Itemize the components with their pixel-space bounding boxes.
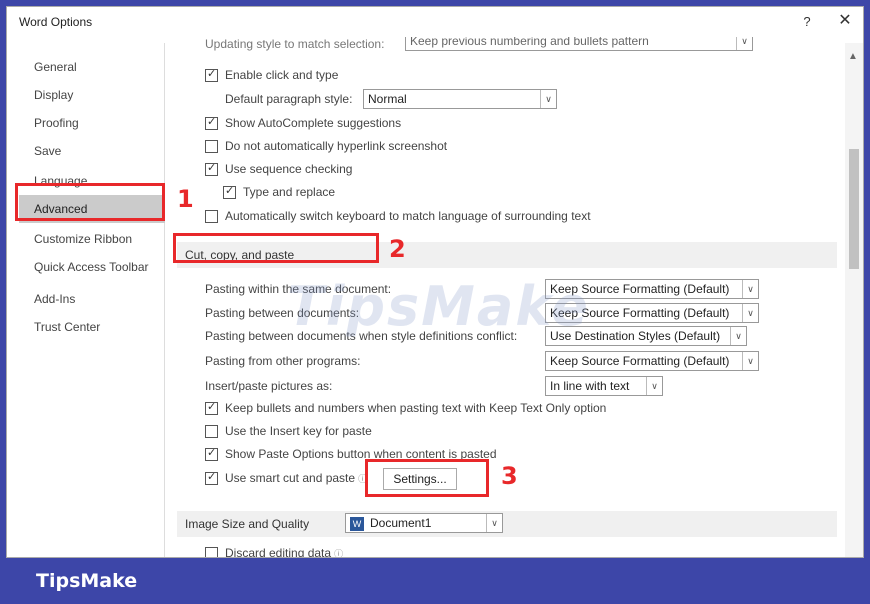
chevron-down-icon: ∨ xyxy=(736,37,752,50)
insert-pictures-label: Insert/paste pictures as: xyxy=(205,379,333,393)
checkbox-discard-editing-data[interactable] xyxy=(205,546,218,557)
auto-switch-keyboard-option[interactable]: Automatically switch keyboard to match l… xyxy=(205,206,591,226)
info-icon: ⓘ xyxy=(334,548,344,558)
checkbox-show-paste-options[interactable] xyxy=(205,446,218,461)
pasting-other-programs-dropdown[interactable]: Keep Source Formatting (Default) ∨ xyxy=(545,351,759,371)
show-autocomplete-option[interactable]: Show AutoComplete suggestions xyxy=(205,113,401,133)
sidebar-item-trust-center[interactable]: Trust Center xyxy=(19,313,165,341)
options-sidebar: General Display Proofing Save Language A… xyxy=(19,43,165,557)
vertical-scrollbar[interactable]: ▲ xyxy=(845,43,863,557)
checkbox-use-sequence-checking[interactable] xyxy=(205,161,218,176)
sidebar-item-add-ins[interactable]: Add-Ins xyxy=(19,285,165,313)
checkbox-smart-cut-paste[interactable] xyxy=(205,470,218,485)
checkbox-auto-switch-keyboard[interactable] xyxy=(205,209,218,223)
sidebar-item-proofing[interactable]: Proofing xyxy=(19,109,165,137)
default-paragraph-style-dropdown[interactable]: Normal ∨ xyxy=(363,89,557,109)
chevron-up-icon[interactable]: ▲ xyxy=(848,51,858,62)
chevron-down-icon: ∨ xyxy=(742,352,758,370)
help-button[interactable]: ? xyxy=(797,12,817,32)
watermark-text: TipsMake xyxy=(287,275,590,338)
word-options-dialog: Word Options ? ✕ General Display Proofin… xyxy=(6,6,864,558)
enable-click-type-option[interactable]: Enable click and type xyxy=(205,65,338,85)
sidebar-item-save[interactable]: Save xyxy=(19,137,165,165)
checkbox-enable-click-type[interactable] xyxy=(205,67,218,82)
sidebar-item-display[interactable]: Display xyxy=(19,81,165,109)
keep-bullets-option[interactable]: Keep bullets and numbers when pasting te… xyxy=(205,398,606,418)
annotation-number-2: 2 xyxy=(389,235,406,263)
sidebar-item-customize-ribbon[interactable]: Customize Ribbon xyxy=(19,225,165,253)
pasting-other-programs-label: Pasting from other programs: xyxy=(205,354,361,368)
type-and-replace-option[interactable]: Type and replace xyxy=(223,182,335,202)
annotation-number-1: 1 xyxy=(177,185,194,213)
chevron-down-icon: ∨ xyxy=(646,377,662,395)
checkbox-keep-bullets[interactable] xyxy=(205,400,218,415)
chevron-down-icon: ∨ xyxy=(486,514,502,532)
smart-cut-paste-option[interactable]: Use smart cut and paste ⓘ xyxy=(205,468,367,488)
checkbox-show-autocomplete[interactable] xyxy=(205,115,218,130)
image-size-document-dropdown[interactable]: W Document1 ∨ xyxy=(345,513,503,533)
checkbox-type-and-replace[interactable] xyxy=(223,184,236,199)
sidebar-item-general[interactable]: General xyxy=(19,53,165,81)
discard-editing-data-option[interactable]: Discard editing data ⓘ xyxy=(205,543,344,558)
no-auto-hyperlink-option[interactable]: Do not automatically hyperlink screensho… xyxy=(205,136,447,156)
close-button[interactable]: ✕ xyxy=(835,11,855,31)
word-document-icon: W xyxy=(350,517,364,531)
scroll-thumb[interactable] xyxy=(849,149,859,269)
use-insert-key-option[interactable]: Use the Insert key for paste xyxy=(205,421,372,441)
chevron-down-icon: ∨ xyxy=(742,280,758,298)
updating-style-dropdown[interactable]: Keep previous numbering and bullets patt… xyxy=(405,37,753,51)
updating-style-label: Updating style to match selection: xyxy=(205,39,385,51)
annotation-number-3: 3 xyxy=(501,462,518,490)
chevron-down-icon: ∨ xyxy=(742,304,758,322)
insert-pictures-dropdown[interactable]: In line with text ∨ xyxy=(545,376,663,396)
chevron-down-icon: ∨ xyxy=(730,327,746,345)
use-sequence-checking-option[interactable]: Use sequence checking xyxy=(205,159,352,179)
dialog-title: Word Options xyxy=(19,15,93,29)
chevron-down-icon: ∨ xyxy=(540,90,556,108)
annotation-box-cut-copy-paste xyxy=(173,233,379,263)
checkbox-use-insert-key[interactable] xyxy=(205,424,218,438)
sidebar-item-quick-access-toolbar[interactable]: Quick Access Toolbar xyxy=(19,253,165,281)
checkbox-no-auto-hyperlink[interactable] xyxy=(205,139,218,153)
annotation-box-advanced xyxy=(15,183,165,221)
section-header-image-size: Image Size and Quality xyxy=(177,511,837,537)
title-bar: Word Options ? ✕ xyxy=(7,7,863,37)
annotation-box-settings xyxy=(365,459,489,497)
default-paragraph-style-label: Default paragraph style: xyxy=(225,92,353,106)
brand-logo-text: TipsMake xyxy=(36,570,138,592)
